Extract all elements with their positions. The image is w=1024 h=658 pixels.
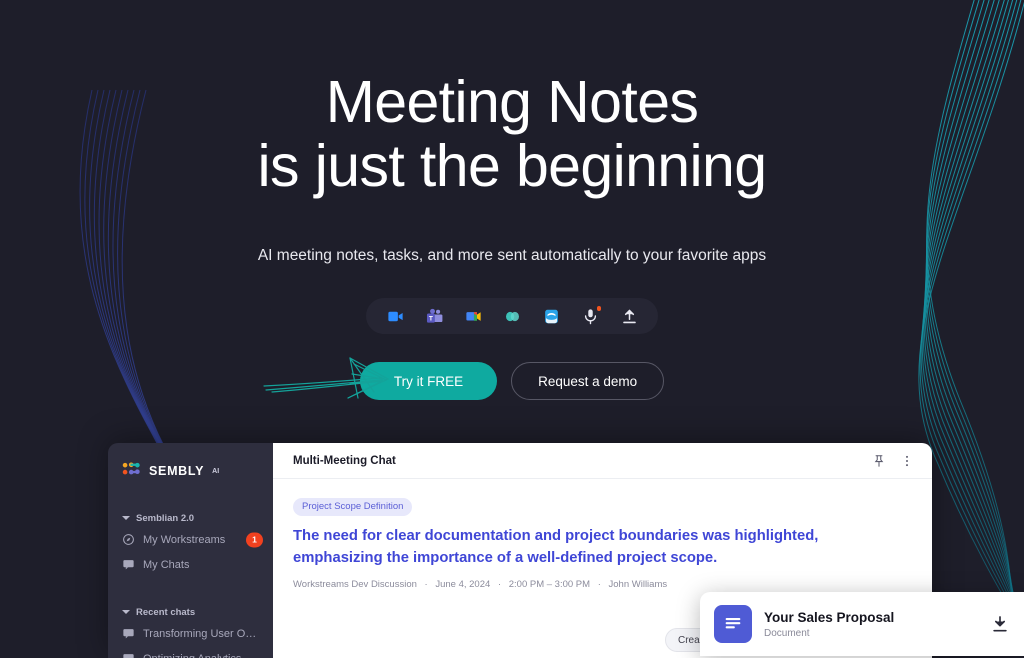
upload-icon[interactable] [619,306,639,326]
chat-message: Project Scope Definition The need for cl… [273,479,932,590]
zoom-icon[interactable] [385,306,405,326]
document-icon [714,605,752,643]
microsoft-teams-icon[interactable]: T [424,306,444,326]
more-vertical-icon[interactable] [900,454,914,468]
hand-drawn-arrow-icon [262,354,412,402]
integrations-pill: T [366,298,658,334]
pin-icon[interactable] [872,454,886,468]
sidebar: SEMBLY AI Semblian 2.0 My Workstreams 1 … [108,443,273,658]
message-meta-separator: · [598,579,601,590]
chevron-down-icon [122,516,130,520]
document-meta: Your Sales Proposal Document [764,610,978,639]
sidebar-item-my-chats[interactable]: My Chats [108,552,273,577]
hero-subtitle: AI meeting notes, tasks, and more sent a… [0,246,1024,266]
google-meet-icon[interactable] [463,306,483,326]
headline-line-1: Meeting Notes [326,69,699,135]
microphone-notification-dot [597,306,602,311]
document-subtitle: Document [764,628,978,639]
headline-line-2: is just the beginning [258,133,767,199]
sembly-logo-mark [122,462,142,481]
sidebar-group-label: Semblian 2.0 [136,513,194,524]
message-meta-author: John Williams [609,579,668,590]
download-icon[interactable] [990,614,1010,634]
main-panel-actions [872,454,914,468]
chat-icon [122,558,135,571]
sembly-logo[interactable]: SEMBLY AI [108,459,273,483]
message-meta-time: 2:00 PM – 3:00 PM [509,579,590,590]
request-a-demo-button[interactable]: Request a demo [511,362,664,400]
sidebar-item-label: Transforming User Onboarding [143,628,261,640]
message-body: The need for clear documentation and pro… [293,525,903,569]
webex-icon[interactable] [502,306,522,326]
message-meta-date: June 4, 2024 [435,579,490,590]
sidebar-group-semblian: Semblian 2.0 My Workstreams 1 My Chats [108,509,273,577]
sidebar-item-optimizing-analytics-suite[interactable]: Optimizing Analytics Suite [108,646,273,658]
message-meta-separator: · [498,579,501,590]
svg-text:T: T [428,315,432,322]
sidebar-group-recent-chats: Recent chats Transforming User Onboardin… [108,603,273,658]
skype-icon[interactable] [541,306,561,326]
integrations-row: T [0,298,1024,334]
microphone-icon[interactable] [580,306,600,326]
sidebar-item-label: Optimizing Analytics Suite [143,653,261,658]
chevron-down-icon [122,610,130,614]
message-meta-separator: · [425,579,428,590]
cta-row: Try it FREE Request a demo [0,362,1024,400]
main-panel-header: Multi-Meeting Chat [273,443,932,479]
sidebar-item-transforming-user-onboarding[interactable]: Transforming User Onboarding [108,621,273,646]
sidebar-group-heading-recent-chats[interactable]: Recent chats [108,603,273,621]
chat-icon [122,652,135,658]
sidebar-item-my-workstreams[interactable]: My Workstreams 1 [108,527,273,552]
hero-section: Meeting Notes is just the beginning AI m… [0,0,1024,400]
sidebar-item-label: My Workstreams [143,534,225,546]
main-panel-title: Multi-Meeting Chat [293,455,396,467]
sidebar-item-label: My Chats [143,559,189,571]
sidebar-group-heading-semblian[interactable]: Semblian 2.0 [108,509,273,527]
message-topic-chip: Project Scope Definition [293,498,412,516]
document-title: Your Sales Proposal [764,610,978,625]
sembly-logo-text: SEMBLY [149,464,204,478]
chat-icon [122,627,135,640]
compass-icon [122,533,135,546]
message-meta: Workstreams Dev Discussion · June 4, 202… [293,579,912,590]
sidebar-group-label: Recent chats [136,607,195,618]
sembly-logo-superscript: AI [212,468,219,475]
status-badge: 1 [246,532,263,547]
message-meta-source: Workstreams Dev Discussion [293,579,417,590]
document-notification-card[interactable]: Your Sales Proposal Document [700,592,1024,656]
page-title: Meeting Notes is just the beginning [0,0,1024,198]
